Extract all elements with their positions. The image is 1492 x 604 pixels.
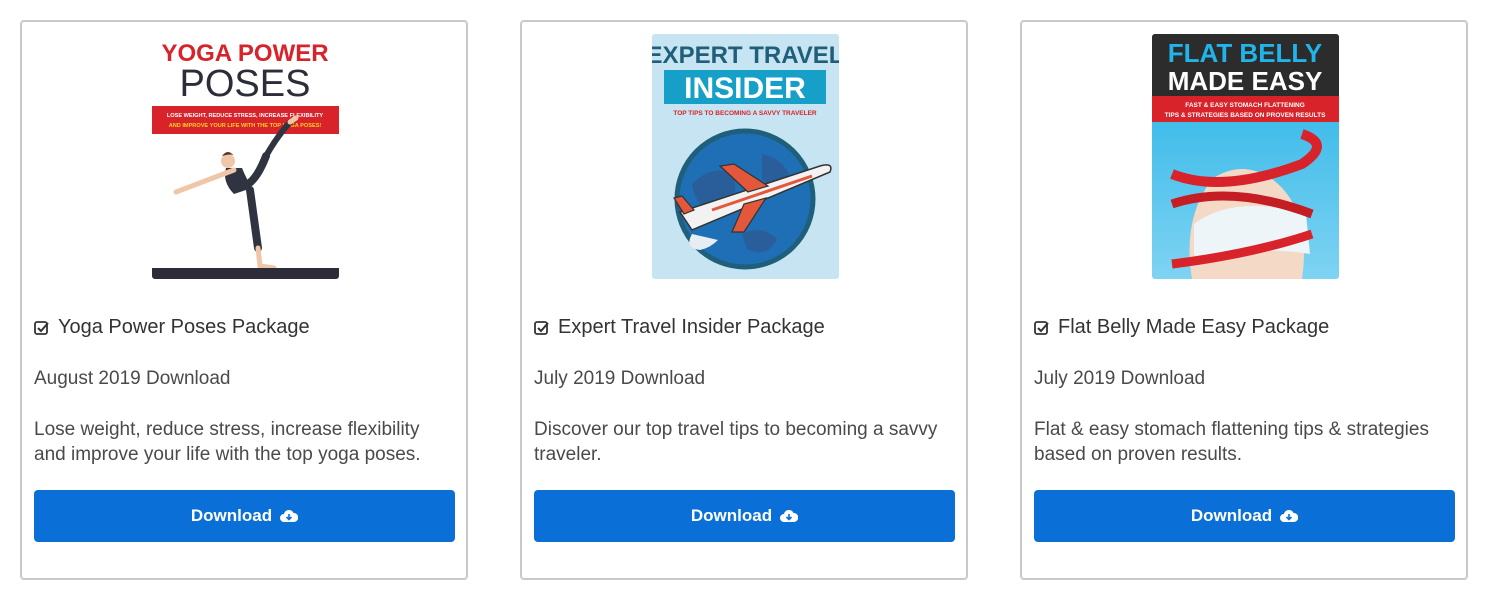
cover-band1: FAST & EASY STOMACH FLATTENING: [1185, 102, 1305, 109]
cover-band2: TIPS & STRATEGIES BASED ON PROVEN RESULT…: [1165, 112, 1326, 119]
flat-belly-cover-image: FLAT BELLY MADE EASY FAST & EASY STOMACH…: [1152, 34, 1339, 279]
cloud-download-icon: [1280, 509, 1299, 522]
card-title-text: Expert Travel Insider Package: [558, 316, 825, 338]
card-description: Flat & easy stomach flattening tips & st…: [1034, 419, 1429, 465]
card-title: Flat Belly Made Easy Package: [1034, 316, 1329, 339]
download-button-label: Download: [190, 506, 273, 525]
download-button[interactable]: Download: [534, 490, 955, 542]
card-title: Expert Travel Insider Package: [534, 316, 825, 339]
book-cover-yoga: YOGA POWER POSES LOSE WEIGHT, REDUCE STR…: [152, 34, 339, 279]
card-date: August 2019 Download: [34, 368, 231, 389]
card-title-text: Yoga Power Poses Package: [58, 316, 310, 338]
download-button-label: Download: [690, 506, 773, 525]
card-date: July 2019 Download: [534, 368, 706, 389]
cover-band2: AND IMPROVE YOUR LIFE WITH THE TOP YOGA …: [169, 123, 322, 129]
cover-line2: POSES: [180, 63, 311, 105]
card-description: Lose weight, reduce stress, increase fle…: [34, 419, 421, 465]
check-square-icon: [534, 320, 549, 335]
yoga-cover-image: YOGA POWER POSES LOSE WEIGHT, REDUCE STR…: [152, 34, 339, 279]
cover-line2: INSIDER: [684, 72, 806, 105]
book-cover-flat-belly: FLAT BELLY MADE EASY FAST & EASY STOMACH…: [1152, 34, 1339, 279]
cover-line1: FLAT BELLY: [1168, 38, 1323, 68]
cover-band1: LOSE WEIGHT, REDUCE STRESS, INCREASE FLE…: [167, 113, 324, 119]
check-square-icon: [34, 320, 49, 335]
cover-tagline: TOP TIPS TO BECOMING A SAVVY TRAVELER: [673, 110, 817, 117]
product-card-travel: EXPERT TRAVEL INSIDER TOP TIPS TO BECOMI…: [520, 20, 968, 580]
card-title: Yoga Power Poses Package: [34, 316, 310, 339]
download-button-label: Download: [1190, 506, 1273, 525]
cloud-download-icon: [280, 509, 299, 522]
book-cover-travel: EXPERT TRAVEL INSIDER TOP TIPS TO BECOMI…: [652, 34, 839, 279]
card-date: July 2019 Download: [1034, 368, 1206, 389]
check-square-icon: [1034, 320, 1049, 335]
card-title-text: Flat Belly Made Easy Package: [1058, 316, 1330, 338]
cover-line2: MADE EASY: [1168, 66, 1323, 96]
cover-line1: EXPERT TRAVEL: [652, 42, 839, 69]
download-button[interactable]: Download: [1034, 490, 1455, 542]
download-button[interactable]: Download: [34, 490, 455, 542]
cloud-download-icon: [780, 509, 799, 522]
product-card-flat-belly: FLAT BELLY MADE EASY FAST & EASY STOMACH…: [1020, 20, 1468, 580]
travel-cover-image: EXPERT TRAVEL INSIDER TOP TIPS TO BECOMI…: [652, 34, 839, 279]
product-card-yoga: YOGA POWER POSES LOSE WEIGHT, REDUCE STR…: [20, 20, 468, 580]
card-description: Discover our top travel tips to becoming…: [534, 419, 938, 465]
